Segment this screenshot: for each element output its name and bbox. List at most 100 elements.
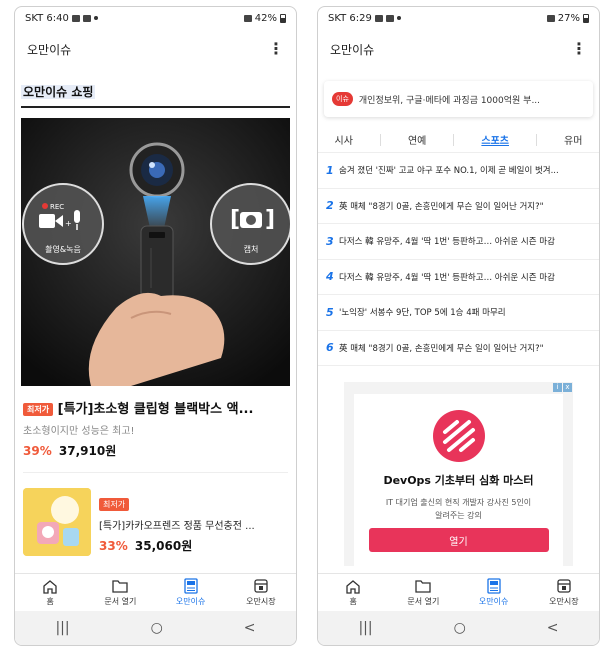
nav-home[interactable]: 홈 <box>15 574 85 611</box>
notification-icon <box>71 14 80 22</box>
tab-entertainment[interactable]: 연예 <box>402 132 432 147</box>
more-options-icon[interactable]: ⋮ <box>268 41 284 57</box>
recents-button[interactable]: ||| <box>55 620 69 636</box>
category-tabs: 시사 연예 스포츠 유머 <box>318 127 599 153</box>
tab-humor[interactable]: 유머 <box>558 132 588 147</box>
store-icon <box>253 578 269 594</box>
nav-label: 오만이슈 <box>175 597 206 606</box>
status-bar: SKT 6:29 27% <box>318 7 599 29</box>
ad-info-icon[interactable]: i <box>553 383 562 392</box>
news-icon <box>183 578 198 594</box>
tab-separator <box>536 133 537 146</box>
capture-label: 캡처 <box>244 244 259 254</box>
folder-icon <box>112 578 129 594</box>
nav-label: 문서 열기 <box>104 597 137 606</box>
app-title: 오만이슈 <box>330 42 375 57</box>
news-list: 1 숨겨 졌던 '진짜' 고교 야구 포수 NO.1, 이제 곧 베일이 벗겨..… <box>318 153 599 366</box>
battery-icon <box>280 13 286 23</box>
system-navigation-bar: ||| ○ < <box>318 611 599 645</box>
phone-screen-news: SKT 6:29 27% 오만이슈 ⋮ 이슈 개인정보위, 구글·메타에 과징금… <box>317 6 600 646</box>
news-item[interactable]: 6 英 매체 "8경기 0골, 손흥민에게 무슨 일이 일어난 거지?" <box>318 331 599 366</box>
ad-banner[interactable]: i x DevOps 기초부터 심화 마스터 IT 대기업 출신의 현직 개발자… <box>344 382 573 566</box>
notification-icon <box>82 14 91 22</box>
news-rank: 5 <box>326 305 334 319</box>
nav-omanmarket[interactable]: 오만시장 <box>226 574 296 611</box>
nav-label: 오만시장 <box>246 597 276 606</box>
ad-choices: i x <box>553 383 572 392</box>
svg-text:]: ] <box>265 207 275 232</box>
nav-label: 홈 <box>349 597 357 606</box>
notification-icon <box>385 14 394 22</box>
battery-percent: 42% <box>254 12 277 24</box>
store-icon <box>556 578 572 594</box>
back-button[interactable]: < <box>547 620 559 636</box>
nav-home[interactable]: 홈 <box>318 574 388 611</box>
app-bar: 오만이슈 ⋮ <box>318 29 599 69</box>
status-bar: SKT 6:40 42% <box>15 7 296 29</box>
ad-description: IT 대기업 출신의 현직 개발자 강사진 5인이 알려주는 강의 <box>385 498 532 520</box>
product2-title: [특가]카카오프렌즈 정품 무선충전 ... <box>99 521 255 532</box>
news-headline: 숨겨 졌던 '진짜' 고교 야구 포수 NO.1, 이제 곧 베일이 벗겨... <box>339 166 559 177</box>
bottom-navigation: 홈 문서 열기 오만이슈 오만시장 <box>318 573 599 611</box>
tab-sports[interactable]: 스포츠 <box>475 132 515 147</box>
more-options-icon[interactable]: ⋮ <box>571 41 587 57</box>
ad-close-icon[interactable]: x <box>563 383 572 392</box>
nav-label: 오만이슈 <box>478 597 509 606</box>
product-image[interactable]: REC + 촬영&녹음 [ ] 캡처 <box>21 118 290 386</box>
news-item[interactable]: 1 숨겨 졌던 '진짜' 고교 야구 포수 NO.1, 이제 곧 베일이 벗겨..… <box>318 153 599 189</box>
news-item[interactable]: 3 다저스 韓 유망주, 4월 '딱 1번' 등판하고… 아쉬운 시즌 마감 <box>318 224 599 260</box>
nav-omanissue[interactable]: 오만이슈 <box>156 574 226 611</box>
lowest-price-badge: 최저가 <box>23 403 54 416</box>
home-button[interactable]: ○ <box>454 620 466 636</box>
nav-open-document[interactable]: 문서 열기 <box>388 574 458 611</box>
nav-omanmarket[interactable]: 오만시장 <box>529 574 599 611</box>
product1-price-row: 39% 37,910원 <box>23 442 288 459</box>
news-item[interactable]: 5 '노익장' 서봉수 9단, TOP 5에 1승 4패 마무리 <box>318 295 599 331</box>
svg-text:[: [ <box>230 207 240 232</box>
news-rank: 2 <box>326 199 334 213</box>
product2-card[interactable]: 최저가 [특가]카카오프렌즈 정품 무선충전 ... 33% 35,060원 <box>23 488 288 556</box>
product2-info: 최저가 [특가]카카오프렌즈 정품 무선충전 ... 33% 35,060원 <box>99 488 288 556</box>
app-bar: 오만이슈 ⋮ <box>15 29 296 69</box>
status-right: 27% <box>546 12 589 24</box>
back-button[interactable]: < <box>244 620 256 636</box>
news-headline: 다저스 韓 유망주, 4월 '딱 1번' 등판하고… 아쉬운 시즌 마감 <box>339 237 555 248</box>
carrier-time: SKT 6:29 <box>328 12 372 24</box>
news-item[interactable]: 2 英 매체 "8경기 0골, 손흥민에게 무슨 일이 일어난 거지?" <box>318 189 599 224</box>
wifi-icon <box>546 14 555 22</box>
shopping-content: 오만이슈 쇼핑 REC + 촬영&녹음 [] 캡처 최저가 [특가]초소형 클… <box>15 69 296 573</box>
product1-title-row[interactable]: 최저가 [특가]초소형 클립형 블랙박스 액... <box>23 398 288 417</box>
more-notifications-icon <box>93 16 98 20</box>
nav-label: 문서 열기 <box>407 597 440 606</box>
product1-discount: 39% <box>23 444 52 458</box>
issue-pill: 이슈 <box>332 92 353 106</box>
news-item[interactable]: 4 다저스 韓 유망주, 4월 '딱 1번' 등판하고… 아쉬운 시즌 마감 <box>318 260 599 295</box>
tab-politics[interactable]: 시사 <box>329 132 359 147</box>
divider <box>23 472 288 473</box>
product1-title: [특가]초소형 클립형 블랙박스 액... <box>57 402 254 417</box>
section-title: 오만이슈 쇼핑 <box>21 83 290 108</box>
issue-banner[interactable]: 이슈 개인정보위, 구글·메타에 과징금 1000억원 부... <box>324 81 593 117</box>
rec-label: REC <box>50 203 64 211</box>
ad-title: DevOps 기초부터 심화 마스터 <box>383 474 534 487</box>
system-navigation-bar: ||| ○ < <box>15 611 296 645</box>
nav-open-document[interactable]: 문서 열기 <box>85 574 155 611</box>
nav-omanissue[interactable]: 오만이슈 <box>459 574 529 611</box>
home-button[interactable]: ○ <box>151 620 163 636</box>
issue-headline: 개인정보위, 구글·메타에 과징금 1000억원 부... <box>358 95 541 106</box>
section-title-text: 오만이슈 쇼핑 <box>21 85 96 99</box>
ad-card: DevOps 기초부터 심화 마스터 IT 대기업 출신의 현직 개발자 강사진… <box>354 394 563 566</box>
battery-icon <box>583 13 589 23</box>
ad-logo-icon <box>432 410 485 462</box>
tab-separator <box>379 133 381 146</box>
ad-open-button[interactable]: 열기 <box>368 528 549 552</box>
recents-button[interactable]: ||| <box>358 620 372 636</box>
product1-subtitle: 초소형이지만 성능은 최고! <box>23 426 135 437</box>
news-icon <box>486 578 501 594</box>
news-rank: 1 <box>326 163 334 177</box>
product2-discount: 33% <box>99 539 128 553</box>
news-headline: 英 매체 "8경기 0골, 손흥민에게 무슨 일이 일어난 거지?" <box>339 201 544 212</box>
battery-percent: 27% <box>557 12 580 24</box>
record-label: 촬영&녹음 <box>45 244 81 254</box>
news-rank: 4 <box>326 270 334 284</box>
